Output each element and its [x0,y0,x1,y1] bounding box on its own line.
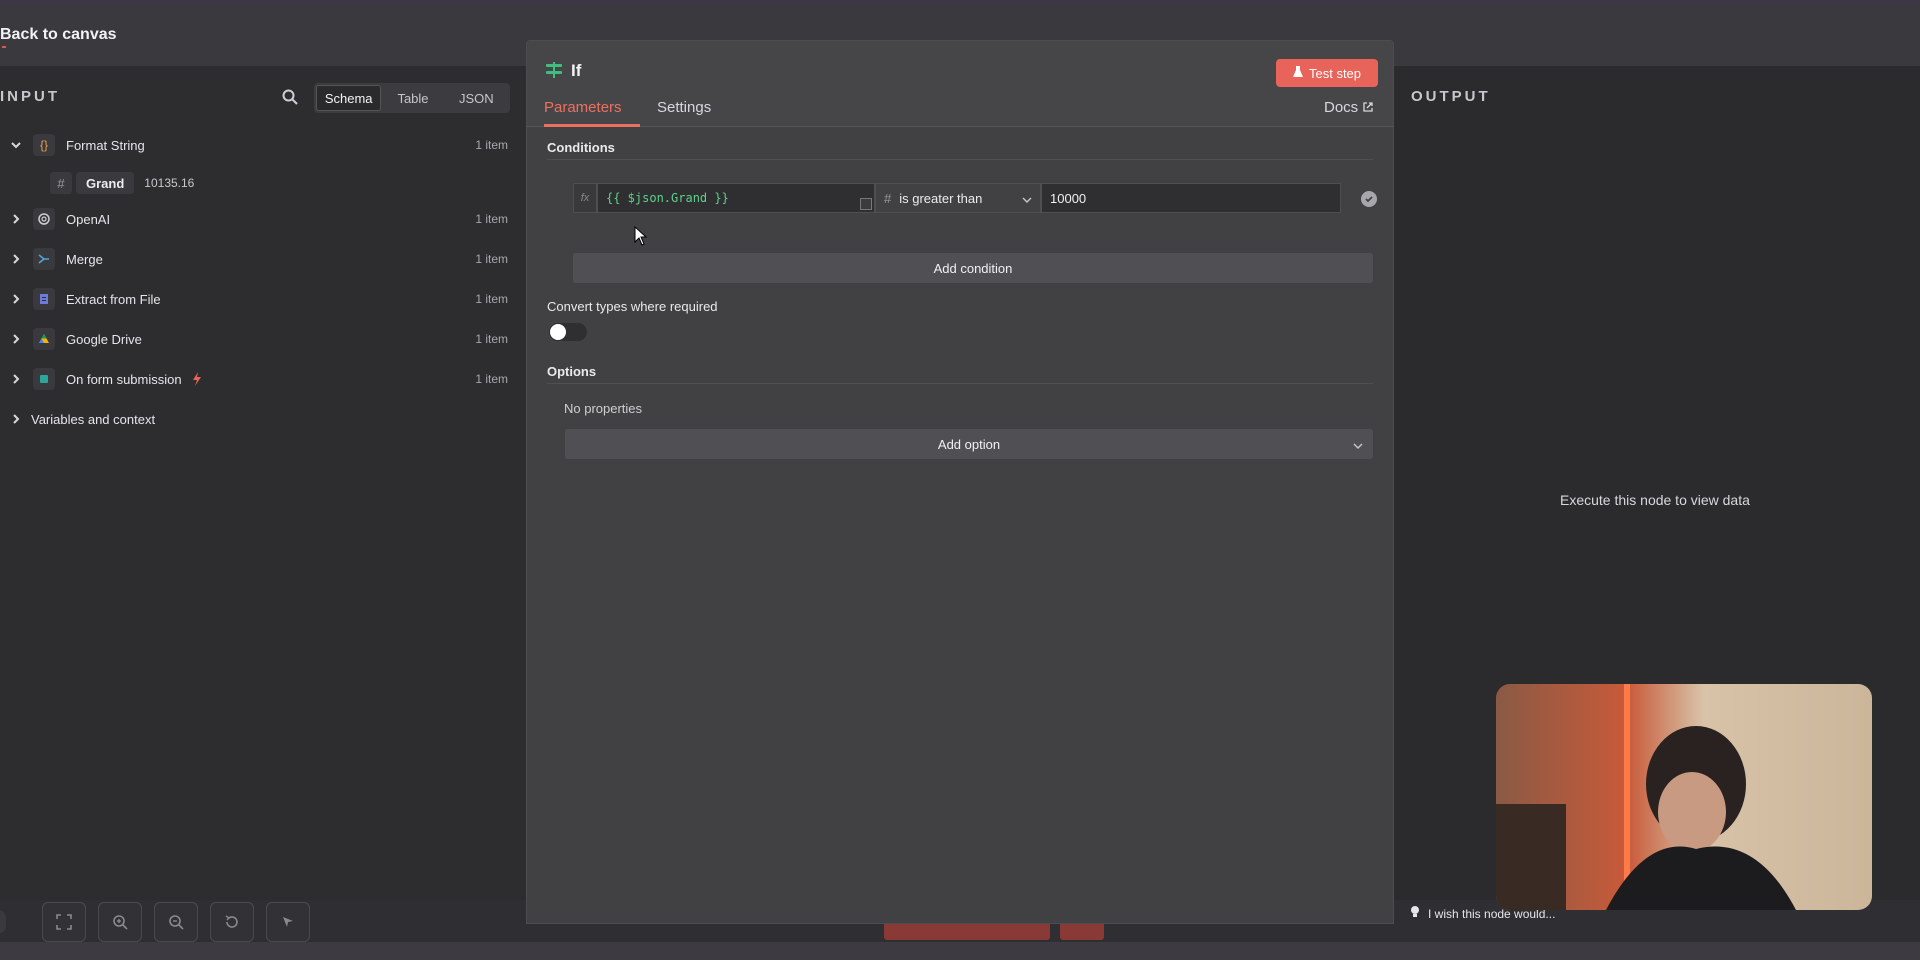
chevron-right-icon [10,413,22,425]
back-indicator [2,46,6,48]
back-to-canvas-link[interactable]: Back to canvas [0,26,117,44]
node-title: If [571,61,582,80]
options-heading: Options [547,364,597,379]
conditions-divider [547,159,1373,160]
view-schema[interactable]: Schema [316,85,382,111]
tidy-up-icon[interactable] [266,902,310,942]
chevron-right-icon [10,373,22,385]
tree-node-google-drive[interactable]: Google Drive 1 item [0,324,510,354]
test-step-button[interactable]: Test step [1276,59,1378,87]
expression-text: {{ $json.Grand }} [606,191,729,205]
operator-select[interactable]: # is greater than [875,183,1041,213]
tree-node-variables[interactable]: Variables and context [0,404,510,434]
chevron-down-icon [10,139,22,151]
node-details-modal: If Test step Parameters Settings Docs Co… [526,40,1394,924]
webcam-overlay [1496,684,1872,910]
field-name[interactable]: Grand [76,172,135,194]
delete-button[interactable] [1060,922,1104,940]
convert-types-toggle[interactable] [549,323,587,341]
tree-node-label: Merge [66,251,103,267]
docs-label: Docs [1324,99,1359,116]
number-type-icon: # [50,172,72,194]
tree-node-merge[interactable]: Merge 1 item [0,244,510,274]
tree-node-label: Google Drive [66,331,142,347]
input-panel: INPUT Schema Table JSON {} Format String… [0,66,526,900]
test-step-label: Test step [1308,65,1362,81]
tree-node-label: Extract from File [66,291,161,307]
tree-node-label: On form submission [66,371,182,387]
output-empty-message: Execute this node to view data [1560,492,1750,508]
add-condition-button[interactable]: Add condition [573,253,1373,283]
no-properties-text: No properties [564,401,643,416]
condition-left-input[interactable]: {{ $json.Grand }} [597,183,875,213]
mouse-cursor-icon [634,225,648,251]
convert-types-label: Convert types where required [547,299,718,314]
if-node-icon [545,61,563,79]
add-option-label: Add option [937,436,1001,452]
output-title: OUTPUT [1411,88,1491,105]
external-link-icon [1363,99,1373,116]
number-type-icon: # [884,190,892,206]
item-count: 1 item [475,372,508,386]
expand-expression-icon[interactable] [860,198,872,210]
view-table[interactable]: Table [381,85,444,111]
tree-node-label: OpenAI [66,211,111,227]
execute-workflow-button[interactable] [884,922,1050,940]
chevron-right-icon [10,333,22,345]
braces-icon: {} [33,134,55,156]
operator-label: is greater than [899,190,983,206]
view-json[interactable]: JSON [445,85,508,111]
flask-icon [1292,65,1303,81]
schema-field-grand[interactable]: # Grand 10135.16 [50,170,194,196]
item-count: 1 item [475,292,508,306]
lightbulb-icon [1410,905,1420,922]
item-count: 1 item [475,138,508,152]
tree-node-label: Variables and context [31,411,156,427]
chevron-right-icon [10,293,22,305]
docs-link[interactable]: Docs [1324,99,1373,116]
tree-node-openai[interactable]: OpenAI 1 item [0,204,510,234]
item-count: 1 item [475,212,508,226]
search-icon[interactable] [281,88,299,106]
merge-icon [33,248,55,270]
input-title: INPUT [0,88,60,105]
add-option-button[interactable]: Add option [565,429,1373,459]
chevron-down-icon [1022,193,1032,208]
toggle-knob [550,324,566,340]
active-tab-indicator [544,124,640,127]
form-icon [33,368,55,390]
modal-header: If Test step Parameters Settings Docs [527,41,1393,127]
zoom-out-icon[interactable] [154,902,198,942]
tree-node-on-form-submission[interactable]: On form submission 1 item [0,364,510,394]
options-divider [547,383,1373,384]
google-drive-icon [33,328,55,350]
tree-node-label: Format String [66,137,145,153]
tree-node-extract-from-file[interactable]: Extract from File 1 item [0,284,510,314]
trigger-bolt-icon [192,372,202,389]
canvas-footer-strip [0,942,1920,960]
view-switcher: Schema Table JSON [314,83,510,113]
tab-settings[interactable]: Settings [657,99,711,116]
item-count: 1 item [475,252,508,266]
item-count: 1 item [475,332,508,346]
chevron-right-icon [10,213,22,225]
chevron-right-icon [10,253,22,265]
field-value: 10135.16 [144,176,195,190]
fit-view-icon[interactable] [42,902,86,942]
zoom-in-icon[interactable] [98,902,142,942]
tree-node-format-string[interactable]: {} Format String 1 item [0,130,510,160]
check-circle-icon[interactable] [1361,191,1377,207]
expression-mode-icon[interactable]: fx [573,183,597,213]
chevron-down-icon [1353,439,1363,454]
conditions-heading: Conditions [547,140,615,155]
reset-zoom-icon[interactable] [210,902,254,942]
condition-right-input[interactable]: 10000 [1041,183,1341,213]
openai-icon [33,208,55,230]
file-icon [33,288,55,310]
condition-row: fx {{ $json.Grand }} # is greater than 1… [573,183,1353,213]
tab-parameters[interactable]: Parameters [544,99,622,116]
